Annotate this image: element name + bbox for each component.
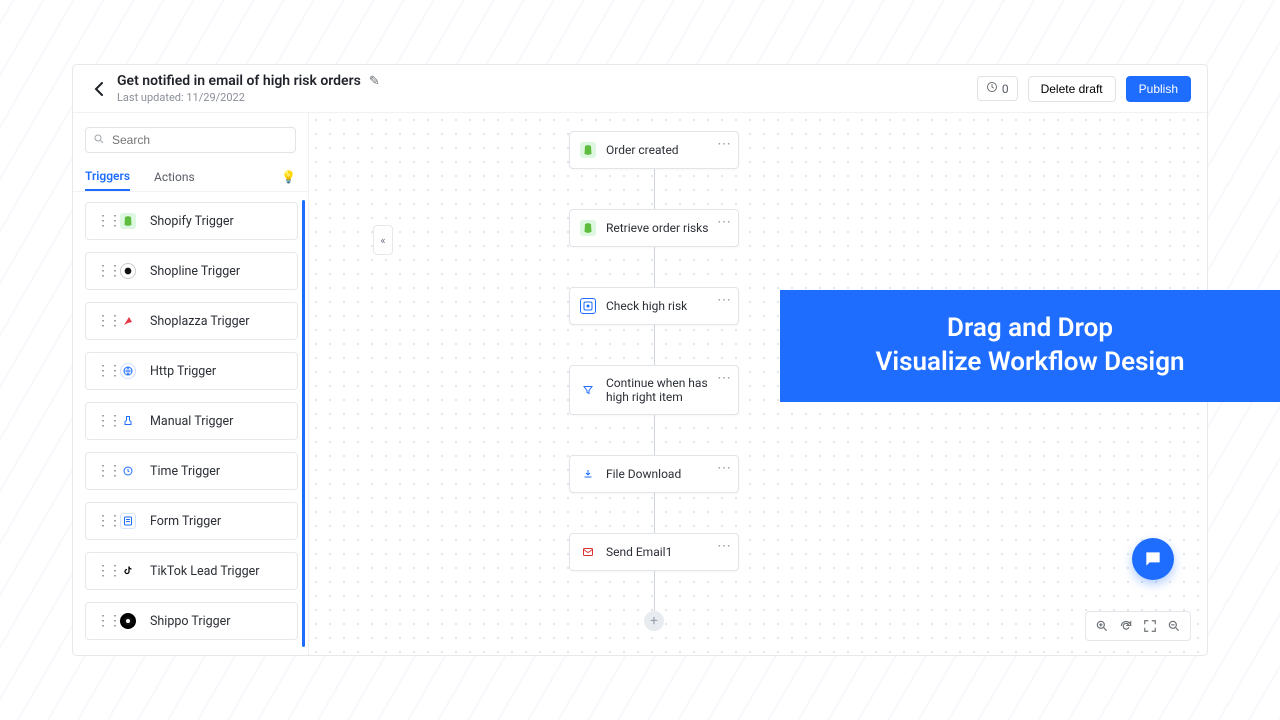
zoom-in-icon[interactable] (1092, 616, 1112, 636)
workflow-node[interactable]: Order created⋯ (569, 131, 739, 169)
trigger-label: Time Trigger (150, 464, 220, 479)
search-input[interactable] (85, 127, 296, 153)
trigger-label: Http Trigger (150, 364, 216, 379)
back-button[interactable] (89, 79, 109, 99)
add-node-button[interactable]: + (644, 611, 664, 631)
node-more-icon[interactable]: ⋯ (717, 214, 732, 230)
tab-triggers[interactable]: Triggers (85, 163, 130, 191)
trigger-item[interactable]: ⋮⋮ Shopline Trigger (85, 252, 298, 290)
trigger-item[interactable]: ⋮⋮ Http Trigger (85, 352, 298, 390)
download-icon (580, 466, 596, 482)
manual-icon (120, 413, 136, 429)
drag-handle-icon[interactable]: ⋮⋮ (96, 363, 106, 379)
node-label: Send Email1 (606, 545, 728, 559)
canvas-tools (1085, 611, 1191, 641)
trigger-label: TikTok Lead Trigger (150, 564, 260, 579)
trigger-item[interactable]: ⋮⋮ Form Trigger (85, 502, 298, 540)
trigger-item[interactable]: ⋮⋮ TikTok Lead Trigger (85, 552, 298, 590)
history-button[interactable]: 0 (977, 76, 1018, 101)
drag-handle-icon[interactable]: ⋮⋮ (96, 263, 106, 279)
shopline-icon (120, 263, 136, 279)
trigger-label: Shopline Trigger (150, 264, 240, 279)
drag-handle-icon[interactable]: ⋮⋮ (96, 313, 106, 329)
shopify-icon (580, 142, 596, 158)
node-more-icon[interactable]: ⋯ (717, 292, 732, 308)
node-more-icon[interactable]: ⋯ (717, 370, 732, 386)
trigger-item[interactable]: ⋮⋮ Shippo Trigger (85, 602, 298, 640)
node-label: Continue when has high right item (606, 376, 728, 404)
form-icon (120, 513, 136, 529)
search-icon (93, 133, 105, 148)
last-updated: Last updated: 11/29/2022 (117, 91, 969, 104)
trigger-item[interactable]: ⋮⋮ Shopify Trigger (85, 202, 298, 240)
drag-handle-icon[interactable]: ⋮⋮ (96, 563, 106, 579)
workflow-node[interactable]: Send Email1⋯ (569, 533, 739, 571)
connector (654, 571, 655, 611)
http-icon (120, 363, 136, 379)
trigger-label: Shippo Trigger (150, 614, 231, 629)
drag-handle-icon[interactable]: ⋮⋮ (96, 413, 106, 429)
filter-icon (580, 382, 596, 398)
node-label: Order created (606, 143, 728, 157)
trigger-label: Manual Trigger (150, 414, 233, 429)
trigger-item[interactable]: ⋮⋮ Manual Trigger (85, 402, 298, 440)
mail-icon (580, 544, 596, 560)
node-label: File Download (606, 467, 728, 481)
connector (654, 247, 655, 287)
shopify-icon (580, 220, 596, 236)
promo-line2: Visualize Workflow Design (804, 346, 1256, 380)
collapse-sidebar-button[interactable]: « (373, 225, 393, 255)
workflow-node[interactable]: Check high risk⋯ (569, 287, 739, 325)
trigger-label: Form Trigger (150, 514, 221, 529)
time-icon (120, 463, 136, 479)
check-icon (580, 298, 596, 314)
trigger-item[interactable]: ⋮⋮ Shoplazza Trigger (85, 302, 298, 340)
promo-line1: Drag and Drop (804, 312, 1256, 346)
trigger-label: Shoplazza Trigger (150, 314, 250, 329)
node-more-icon[interactable]: ⋯ (717, 538, 732, 554)
sidebar: Triggers Actions 💡 ⋮⋮ Shopify Trigger ⋮⋮ Sh… (73, 113, 309, 655)
shoplazza-icon (120, 313, 136, 329)
node-label: Check high risk (606, 299, 728, 313)
shopify-icon (120, 213, 136, 229)
tab-actions[interactable]: Actions (154, 164, 195, 190)
trigger-item[interactable]: ⋮⋮ Time Trigger (85, 452, 298, 490)
edit-title-icon[interactable]: ✎ (369, 74, 380, 89)
node-label: Retrieve order risks (606, 221, 728, 235)
zoom-out-icon[interactable] (1164, 616, 1184, 636)
topbar: Get notified in email of high risk order… (73, 65, 1207, 113)
delete-draft-button[interactable]: Delete draft (1028, 76, 1116, 102)
connector (654, 493, 655, 533)
fit-icon[interactable] (1140, 616, 1160, 636)
promo-banner: Drag and Drop Visualize Workflow Design (780, 290, 1280, 402)
workflow-node[interactable]: File Download⋯ (569, 455, 739, 493)
refresh-icon[interactable] (1116, 616, 1136, 636)
connector (654, 415, 655, 455)
drag-handle-icon[interactable]: ⋮⋮ (96, 613, 106, 629)
publish-button[interactable]: Publish (1126, 76, 1191, 102)
connector (654, 169, 655, 209)
node-more-icon[interactable]: ⋯ (717, 460, 732, 476)
node-more-icon[interactable]: ⋯ (717, 136, 732, 152)
chat-fab[interactable] (1132, 538, 1174, 580)
clock-icon (986, 81, 998, 96)
drag-handle-icon[interactable]: ⋮⋮ (96, 513, 106, 529)
history-count: 0 (1002, 82, 1009, 96)
workflow-node[interactable]: Retrieve order risks⋯ (569, 209, 739, 247)
lightbulb-icon[interactable]: 💡 (281, 170, 296, 184)
trigger-label: Shopify Trigger (150, 214, 234, 229)
drag-handle-icon[interactable]: ⋮⋮ (96, 463, 106, 479)
connector (654, 325, 655, 365)
shippo-icon (120, 613, 136, 629)
workflow-node[interactable]: Continue when has high right item⋯ (569, 365, 739, 415)
tiktok-icon (120, 563, 136, 579)
drag-handle-icon[interactable]: ⋮⋮ (96, 213, 106, 229)
trigger-list: ⋮⋮ Shopify Trigger ⋮⋮ Shopline Trigger ⋮⋮ Sho… (73, 192, 308, 655)
page-title: Get notified in email of high risk order… (117, 73, 361, 89)
